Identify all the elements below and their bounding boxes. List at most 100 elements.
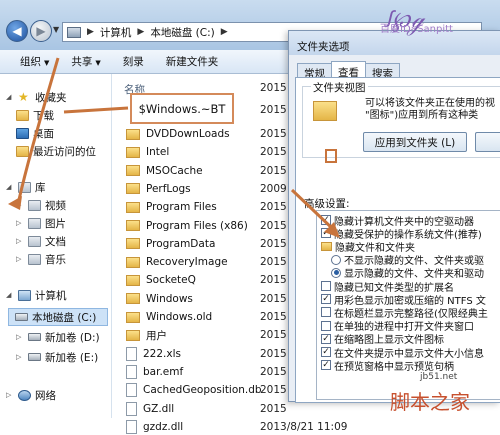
network-icon — [18, 389, 31, 401]
expand-triangle-icon[interactable]: ▷ — [16, 219, 24, 227]
sidebar-item-pictures[interactable]: ▷ 图片 — [16, 214, 66, 232]
advanced-setting-item[interactable]: 隐藏已知文件类型的扩展名 — [321, 280, 454, 294]
group-description: 可以将该文件夹正在使用的视 "图标")应用到所有这种类 — [365, 98, 495, 121]
new-folder-button[interactable]: 新建文件夹 — [166, 54, 219, 69]
tab-panel-view: 文件夹视图 可以将该文件夹正在使用的视 "图标")应用到所有这种类 应用到文件夹… — [295, 77, 500, 403]
forward-button[interactable]: ▶ — [30, 20, 52, 42]
file-row[interactable]: Program Files — [126, 199, 217, 215]
picture-icon — [28, 217, 41, 229]
file-row[interactable]: 用户 — [126, 327, 167, 343]
sidebar-item-favorites[interactable]: ◢ ★ 收藏夹 — [6, 88, 67, 106]
sidebar-item-network[interactable]: ▷ 网络 — [6, 386, 56, 404]
expand-triangle-icon[interactable]: ◢ — [6, 183, 14, 191]
advanced-setting-item[interactable]: ✓ 隐藏受保护的操作系统文件(推荐) — [321, 227, 482, 241]
file-row[interactable]: RecoveryImage — [126, 254, 228, 270]
advanced-setting-item[interactable]: ✓ 在文件夹提示中显示文件大小信息 — [321, 346, 484, 360]
sidebar-item-videos[interactable]: ▷ 视频 — [16, 196, 66, 214]
date-cell: 2015 — [260, 256, 287, 269]
checkbox-checked[interactable]: ✓ — [321, 294, 331, 305]
file-row[interactable]: Windows — [126, 291, 193, 307]
date-cell: 2015 — [260, 329, 287, 342]
checkbox-unchecked[interactable] — [321, 307, 331, 318]
expand-triangle-icon[interactable]: ▷ — [16, 255, 24, 263]
sidebar-item-music[interactable]: ▷ 音乐 — [16, 250, 66, 268]
advanced-settings-list[interactable]: ✓ 隐藏计算机文件夹中的空驱动器 ✓ 隐藏受保护的操作系统文件(推荐) 隐藏文件和文件夹… — [316, 210, 500, 400]
expand-triangle-icon[interactable]: ◢ — [6, 291, 14, 299]
advanced-setting-item[interactable]: 不显示隐藏的文件、文件夹或驱 — [331, 254, 484, 267]
highlighted-file-callout[interactable]: $Windows.~BT — [130, 93, 234, 124]
expand-triangle-icon[interactable]: ◢ — [6, 93, 14, 101]
drive-icon — [28, 333, 41, 341]
file-row[interactable]: Windows.old — [126, 309, 212, 325]
checkbox-checked[interactable]: ✓ — [321, 347, 331, 357]
file-row[interactable]: Program Files (x86) — [126, 218, 248, 234]
advanced-setting-item[interactable]: ✓ 隐藏计算机文件夹中的空驱动器 — [321, 214, 474, 228]
file-row[interactable]: PerfLogs — [126, 181, 191, 197]
back-button[interactable]: ◀ — [6, 20, 28, 42]
folder-icon — [126, 329, 140, 341]
file-row[interactable]: GZ.dll — [126, 401, 174, 417]
sidebar-item-recent[interactable]: 最近访问的位 — [16, 142, 96, 160]
folder-icon — [16, 145, 29, 157]
file-row[interactable]: SocketeQ — [126, 272, 196, 288]
drive-icon — [28, 353, 41, 361]
expand-triangle-icon[interactable]: ▷ — [16, 333, 24, 341]
file-name: SocketeQ — [146, 274, 196, 287]
file-row[interactable]: gzdz.dll — [126, 419, 183, 435]
sidebar-item-computer[interactable]: ◢ 计算机 — [6, 286, 67, 304]
date-cell: 2015 — [260, 365, 287, 378]
chevron-right-icon: ▶ — [220, 27, 228, 37]
advanced-setting-item[interactable]: ✓ 在缩略图上显示文件图标 — [321, 333, 444, 346]
expand-triangle-icon[interactable]: ▷ — [6, 391, 14, 399]
breadcrumb-computer[interactable]: 计算机 — [100, 25, 132, 40]
file-row[interactable]: 222.xls — [126, 346, 181, 362]
file-row[interactable]: DVDDownLoads — [126, 126, 230, 142]
apply-to-folders-button[interactable]: 应用到文件夹 (L) — [363, 132, 467, 152]
advanced-setting-item[interactable]: ✓ 在预览窗格中显示预览句柄 — [321, 359, 454, 373]
checkbox-checked[interactable]: ✓ — [321, 333, 331, 344]
advanced-setting-item[interactable]: 在单独的进程中打开文件夹窗口 — [321, 320, 474, 333]
advanced-setting-item[interactable]: 隐藏文件和文件夹 — [321, 240, 415, 254]
share-button[interactable]: 共享 ▼ — [71, 54, 100, 69]
expand-triangle-icon[interactable]: ▷ — [16, 237, 24, 245]
checkbox-checked[interactable]: ✓ — [321, 215, 331, 225]
reset-folders-button[interactable] — [475, 132, 500, 152]
computer-icon — [18, 289, 31, 301]
sidebar-item-downloads[interactable]: 下载 — [16, 106, 54, 124]
organize-button[interactable]: 组织 ▼ — [20, 54, 49, 69]
star-icon: ★ — [18, 89, 29, 104]
date-cell: 2009 — [260, 182, 287, 195]
file-row[interactable]: CachedGeoposition.db — [126, 382, 262, 398]
advanced-setting-item[interactable]: 在标题栏显示完整路径(仅限经典主 — [321, 306, 488, 320]
advanced-setting-item[interactable]: ✓ 用彩色显示加密或压缩的 NTFS 文 — [321, 293, 486, 307]
advanced-setting-item[interactable]: 显示隐藏的文件、文件夹和驱动 — [331, 267, 484, 280]
folder-views-group: 文件夹视图 可以将该文件夹正在使用的视 "图标")应用到所有这种类 应用到文件夹… — [302, 80, 500, 158]
checkbox-checked[interactable]: ✓ — [321, 360, 331, 371]
file-row[interactable]: bar.emf — [126, 364, 183, 380]
file-row[interactable]: Intel — [126, 144, 169, 160]
file-icon — [126, 401, 137, 416]
sidebar-item-libraries[interactable]: ◢ 库 — [6, 178, 46, 196]
expand-triangle-icon[interactable]: ▷ — [16, 353, 24, 361]
sidebar-item-desktop[interactable]: 桌面 — [16, 124, 54, 142]
sidebar-item-local-disk-c[interactable]: 本地磁盘 (C:) — [8, 308, 108, 326]
sidebar-item-documents[interactable]: ▷ 文档 — [16, 232, 66, 250]
file-row[interactable]: MSOCache — [126, 163, 203, 179]
checkbox-unchecked[interactable] — [321, 320, 331, 331]
file-icon — [126, 346, 137, 361]
radio-unselected[interactable] — [331, 254, 341, 265]
burn-button[interactable]: 刻录 — [123, 54, 144, 69]
date-cell: 2015 — [260, 402, 287, 415]
file-name: Intel — [146, 146, 170, 159]
checkbox-checked[interactable]: ✓ — [321, 228, 331, 239]
expand-triangle-icon[interactable]: ▷ — [16, 201, 24, 209]
sidebar-item-volume-d[interactable]: ▷ 新加卷 (D:) — [16, 328, 100, 346]
file-row[interactable]: ProgramData — [126, 236, 215, 252]
breadcrumb-drive-c[interactable]: 本地磁盘 (C:) — [150, 25, 214, 40]
history-dropdown-icon[interactable]: ▼ — [53, 25, 59, 34]
chevron-right-icon: ▶ — [87, 27, 94, 37]
radio-selected[interactable] — [331, 267, 341, 278]
file-name: Windows.old — [146, 311, 213, 323]
checkbox-unchecked[interactable] — [321, 281, 331, 291]
sidebar-item-volume-e[interactable]: ▷ 新加卷 (E:) — [16, 348, 98, 366]
